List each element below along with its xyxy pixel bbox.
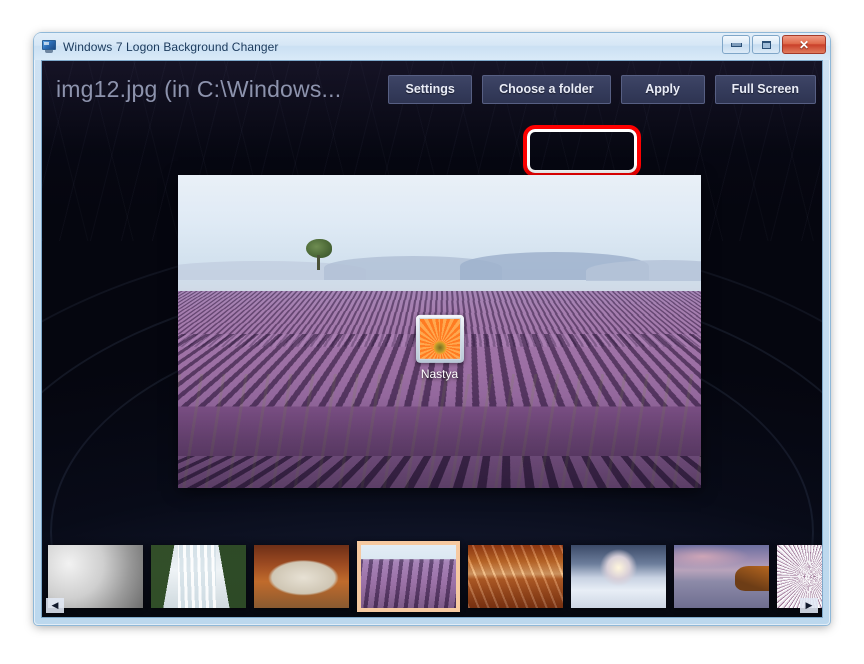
- full-screen-button[interactable]: Full Screen: [714, 74, 816, 104]
- user-name-label: Nastya: [420, 366, 459, 381]
- thumbnail-ice-lake[interactable]: [571, 544, 666, 608]
- client-area: img12.jpg (in C:\Windows... Settings Cho…: [41, 60, 823, 618]
- monitor-icon: [41, 39, 57, 54]
- settings-button[interactable]: Settings: [388, 74, 473, 104]
- window-controls: ✕: [722, 35, 826, 54]
- close-button[interactable]: ✕: [782, 35, 826, 54]
- apply-button[interactable]: Apply: [620, 74, 705, 104]
- application-window: Windows 7 Logon Background Changer ✕ img…: [34, 33, 830, 625]
- thumbnail-canyon[interactable]: [254, 544, 349, 608]
- title-bar[interactable]: Windows 7 Logon Background Changer ✕: [34, 33, 830, 60]
- thumbnail-slot-canyon[interactable]: [468, 544, 563, 608]
- orange-flower-avatar-image: [418, 317, 461, 360]
- thumbnail-waterfall[interactable]: [151, 544, 246, 608]
- user-tile[interactable]: Nastya: [380, 314, 500, 380]
- minimize-button[interactable]: [722, 35, 750, 54]
- avatar[interactable]: [415, 314, 464, 363]
- window-title: Windows 7 Logon Background Changer: [63, 39, 279, 54]
- toolbar-buttons: Settings Choose a folder Apply Full Scre…: [388, 74, 816, 104]
- thumbnail-twilight[interactable]: [674, 544, 769, 608]
- maximize-button[interactable]: [752, 35, 780, 54]
- screenshot-root: Windows 7 Logon Background Changer ✕ img…: [0, 0, 864, 664]
- logon-screen-preview[interactable]: Nastya: [178, 175, 701, 488]
- scroll-right-icon[interactable]: ▶: [800, 598, 818, 613]
- preview-tree: [306, 239, 333, 271]
- thumbnail-lavender-selected[interactable]: [357, 540, 460, 612]
- scroll-left-icon[interactable]: ◀: [46, 598, 64, 613]
- current-file-label: img12.jpg (in C:\Windows...: [56, 75, 342, 102]
- thumbnail-strip[interactable]: ◀ ▶: [42, 535, 822, 617]
- top-toolbar: img12.jpg (in C:\Windows... Settings Cho…: [42, 61, 822, 117]
- choose-a-folder-button[interactable]: Choose a folder: [482, 74, 611, 104]
